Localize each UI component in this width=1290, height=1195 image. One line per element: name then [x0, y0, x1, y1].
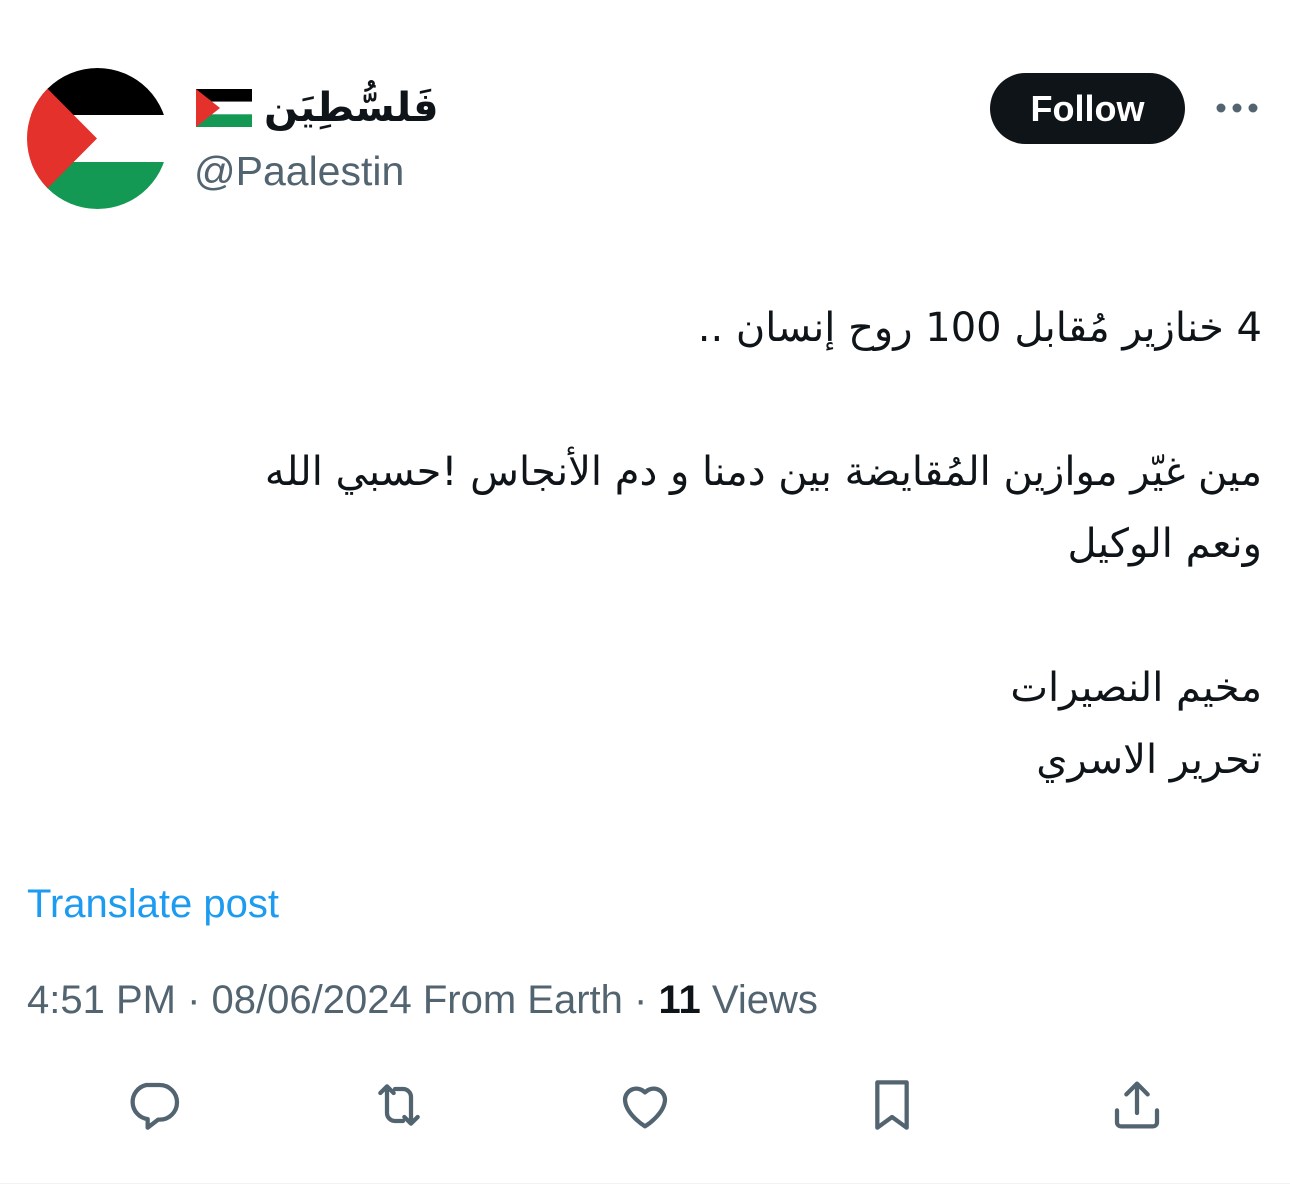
palestine-flag-icon [196, 89, 252, 127]
tweet-line: مين غيّر موازين المُقايضة بين دمنا و دم … [264, 449, 1262, 495]
tweet-date[interactable]: 08/06/2024 [212, 978, 412, 1022]
tweet-time[interactable]: 4:51 PM [27, 978, 176, 1022]
views-label: Views [711, 978, 818, 1022]
retweet-icon [378, 1084, 420, 1126]
tweet-line: 4 خنازير مُقابل 100 روح إنسان .. [697, 305, 1262, 351]
tweet-line: ونعم الوكيل [1067, 521, 1262, 567]
tweet-text: 4 خنازير مُقابل 100 روح إنسان .. مين غيّ… [40, 292, 1262, 796]
action-bar [0, 1070, 1290, 1140]
more-options-button[interactable] [1210, 90, 1264, 126]
translate-post-link[interactable]: Translate post [27, 876, 279, 932]
reply-icon [130, 1082, 180, 1130]
meta-separator: · [187, 978, 201, 1022]
tweet-source: From Earth [422, 978, 623, 1022]
author-handle[interactable]: @Paalestin [194, 143, 404, 199]
share-icon [1114, 1081, 1160, 1129]
retweet-button[interactable] [364, 1070, 434, 1140]
tweet-meta: 4:51 PM · 08/06/2024 From Earth · 11 Vie… [27, 972, 818, 1028]
meta-separator: · [634, 978, 648, 1022]
follow-button[interactable]: Follow [990, 73, 1185, 144]
tweet-line: مخيم النصيرات [1010, 665, 1262, 711]
heart-icon [622, 1086, 668, 1129]
tweet-line: تحرير الاسري [1036, 737, 1262, 783]
palestine-flag-avatar-icon [27, 68, 168, 209]
views-count: 11 [658, 978, 701, 1022]
share-button[interactable] [1102, 1070, 1172, 1140]
like-button[interactable] [610, 1070, 680, 1140]
bookmark-button[interactable] [857, 1070, 927, 1140]
avatar[interactable] [27, 68, 168, 209]
bookmark-icon [875, 1080, 909, 1130]
reply-button[interactable] [118, 1070, 188, 1140]
divider [0, 1183, 1290, 1184]
author-name-row[interactable]: فَلسُّطِيَن [196, 78, 439, 138]
author-display-name[interactable]: فَلسُّطِيَن [264, 78, 439, 138]
more-options-icon [1216, 103, 1258, 113]
